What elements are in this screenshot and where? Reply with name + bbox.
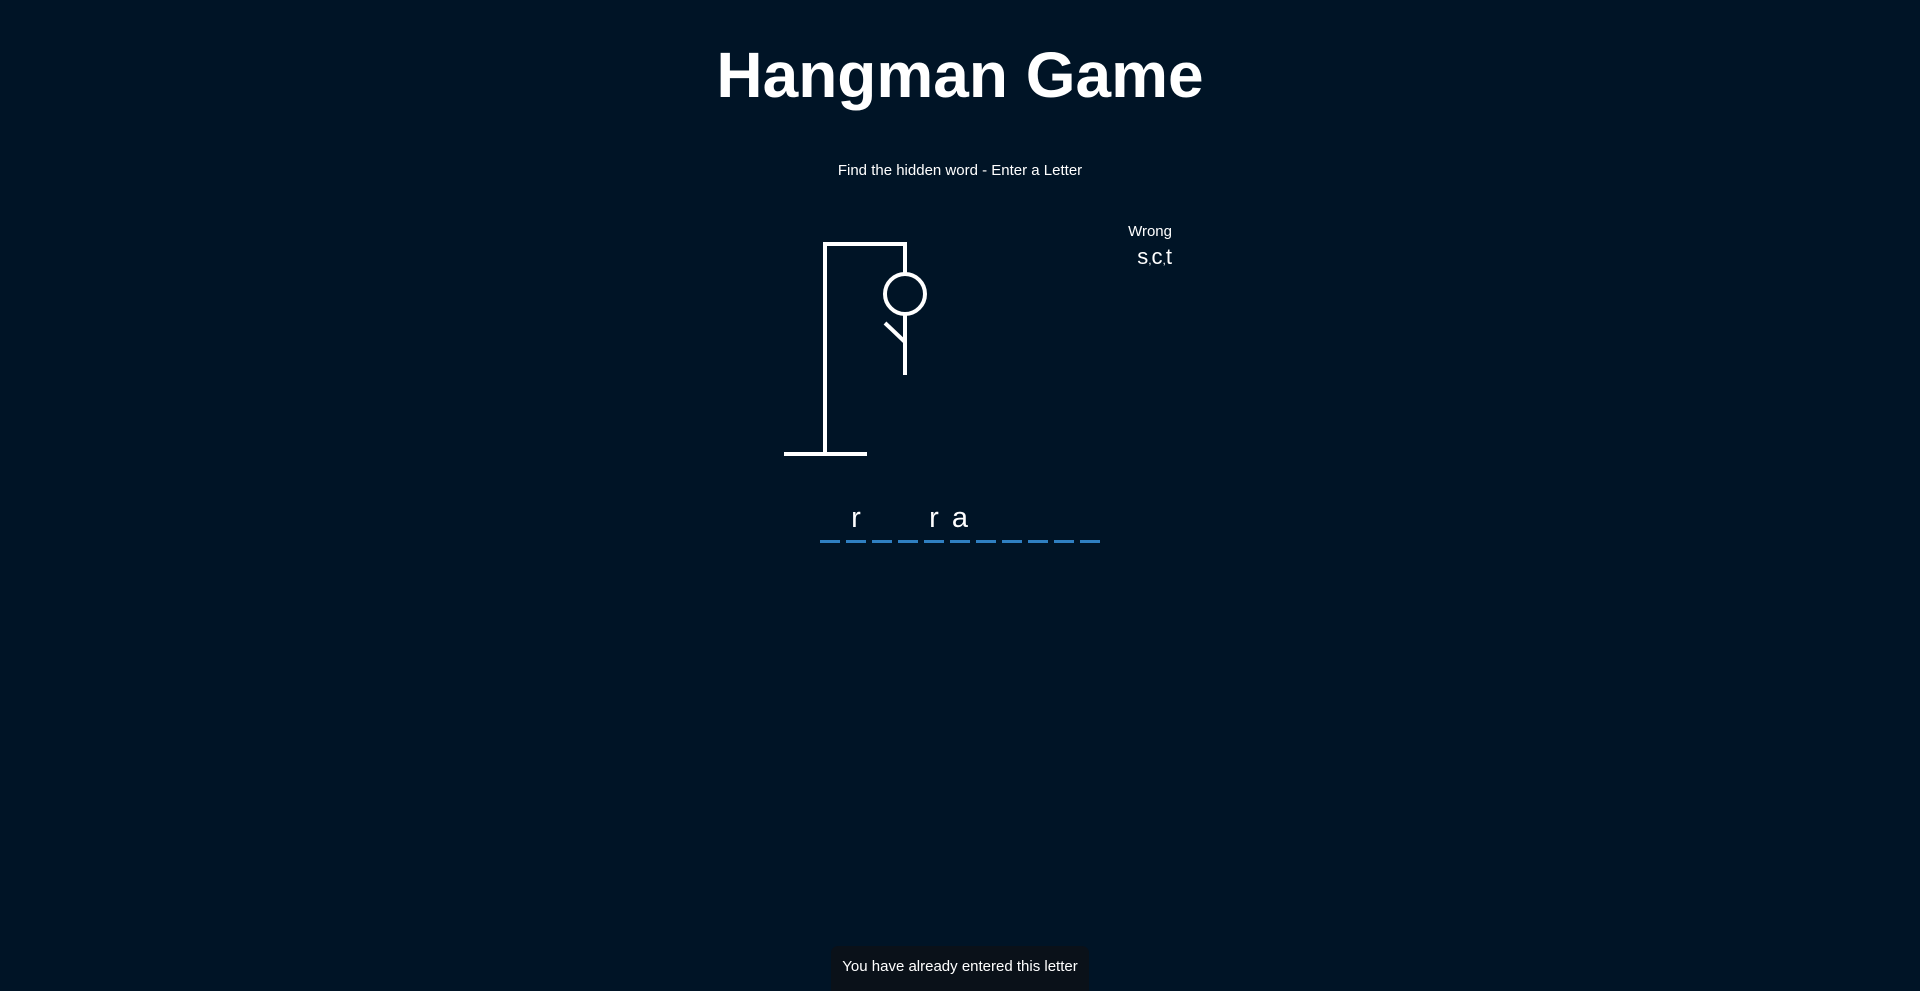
wrong-letter: s [1137, 244, 1149, 269]
figure-left-arm [883, 321, 907, 344]
wrong-letters-panel: Wrong s,c,t [1080, 222, 1172, 273]
instructions-text: Find the hidden word - Enter a Letter [837, 162, 1083, 179]
wrong-letters-list: s,c,t [1080, 244, 1172, 273]
notification-toast: You have already entered this letter [831, 946, 1089, 991]
letter-slot [1028, 498, 1048, 543]
letter-slot: a [950, 498, 970, 543]
letter-slot [1080, 498, 1100, 543]
letter-slot [976, 498, 996, 543]
letter-slot [1054, 498, 1074, 543]
letter-slot: r [846, 498, 866, 543]
letter-slot: r [924, 498, 944, 543]
letter-slot [872, 498, 892, 543]
hidden-word: rra [820, 498, 1100, 543]
wrong-letter: t [1165, 244, 1172, 269]
letter-slot [1002, 498, 1022, 543]
letter-slot [820, 498, 840, 543]
letter-slot [898, 498, 918, 543]
page-title: Hangman Game [716, 39, 1204, 111]
game-page: Hangman Game Find the hidden word - Ente… [0, 0, 1920, 991]
figure-head [883, 272, 927, 316]
wrong-label: Wrong [1128, 223, 1172, 240]
wrong-letter: c [1151, 244, 1163, 269]
hangman-figure [784, 242, 927, 456]
